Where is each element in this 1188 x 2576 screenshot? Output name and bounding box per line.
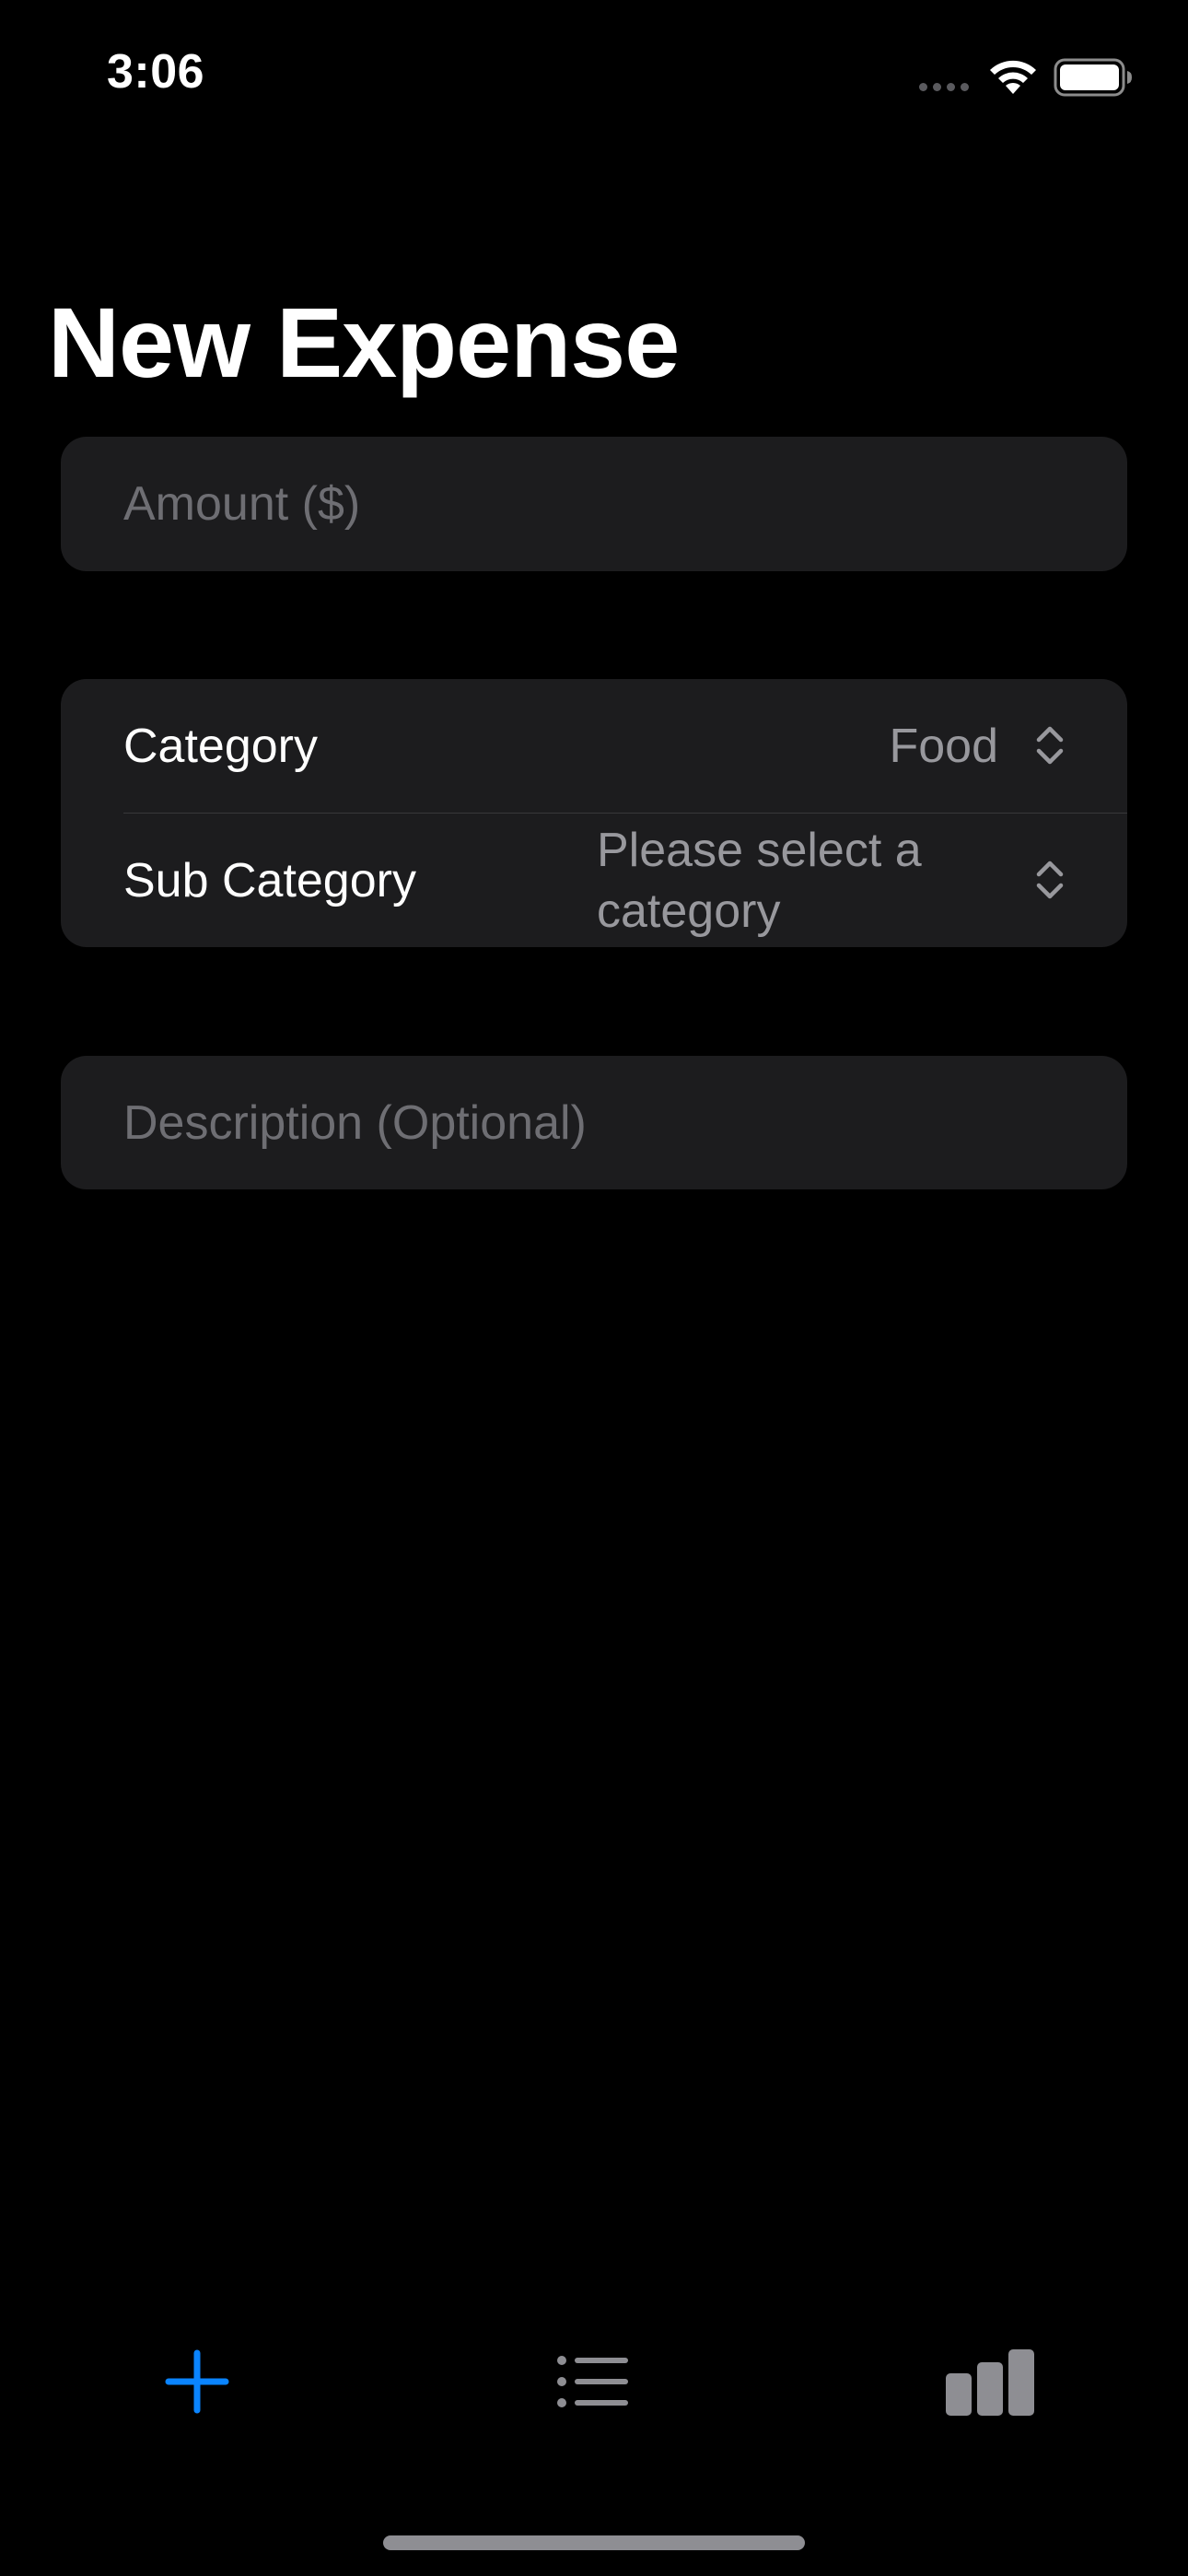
tab-bar: [0, 2303, 1188, 2460]
bar-chart-icon: [946, 2349, 1034, 2416]
status-time: 3:06: [107, 45, 205, 99]
category-value: Food: [889, 719, 998, 773]
tab-add-expense[interactable]: [105, 2303, 289, 2460]
tab-statistics[interactable]: [897, 2303, 1081, 2460]
list-icon: [557, 2356, 628, 2407]
category-label: Category: [123, 719, 318, 773]
description-group: Description (Optional): [61, 1056, 1127, 1189]
tab-expense-list[interactable]: [501, 2303, 685, 2460]
page-title: New Expense: [48, 287, 680, 398]
plus-icon: [165, 2349, 229, 2414]
sub-category-picker[interactable]: Sub Category Please select a category: [61, 814, 1127, 947]
status-bar: 3:06: [0, 0, 1188, 147]
amount-group: Amount ($): [61, 437, 1127, 571]
sub-category-value: Please select a category: [597, 823, 922, 938]
category-group: Category Food Sub Category Please select…: [61, 679, 1127, 947]
sub-category-label: Sub Category: [123, 853, 416, 907]
battery-icon: [1054, 58, 1132, 97]
amount-input[interactable]: Amount ($): [123, 437, 1090, 571]
cellular-signal-icon: [919, 83, 969, 91]
chevron-updown-icon: [1036, 726, 1064, 765]
category-picker[interactable]: Category Food: [61, 679, 1127, 813]
chevron-updown-icon: [1036, 861, 1064, 899]
home-indicator[interactable]: [383, 2535, 805, 2550]
wifi-icon: [990, 60, 1036, 94]
description-input[interactable]: Description (Optional): [123, 1056, 1090, 1189]
